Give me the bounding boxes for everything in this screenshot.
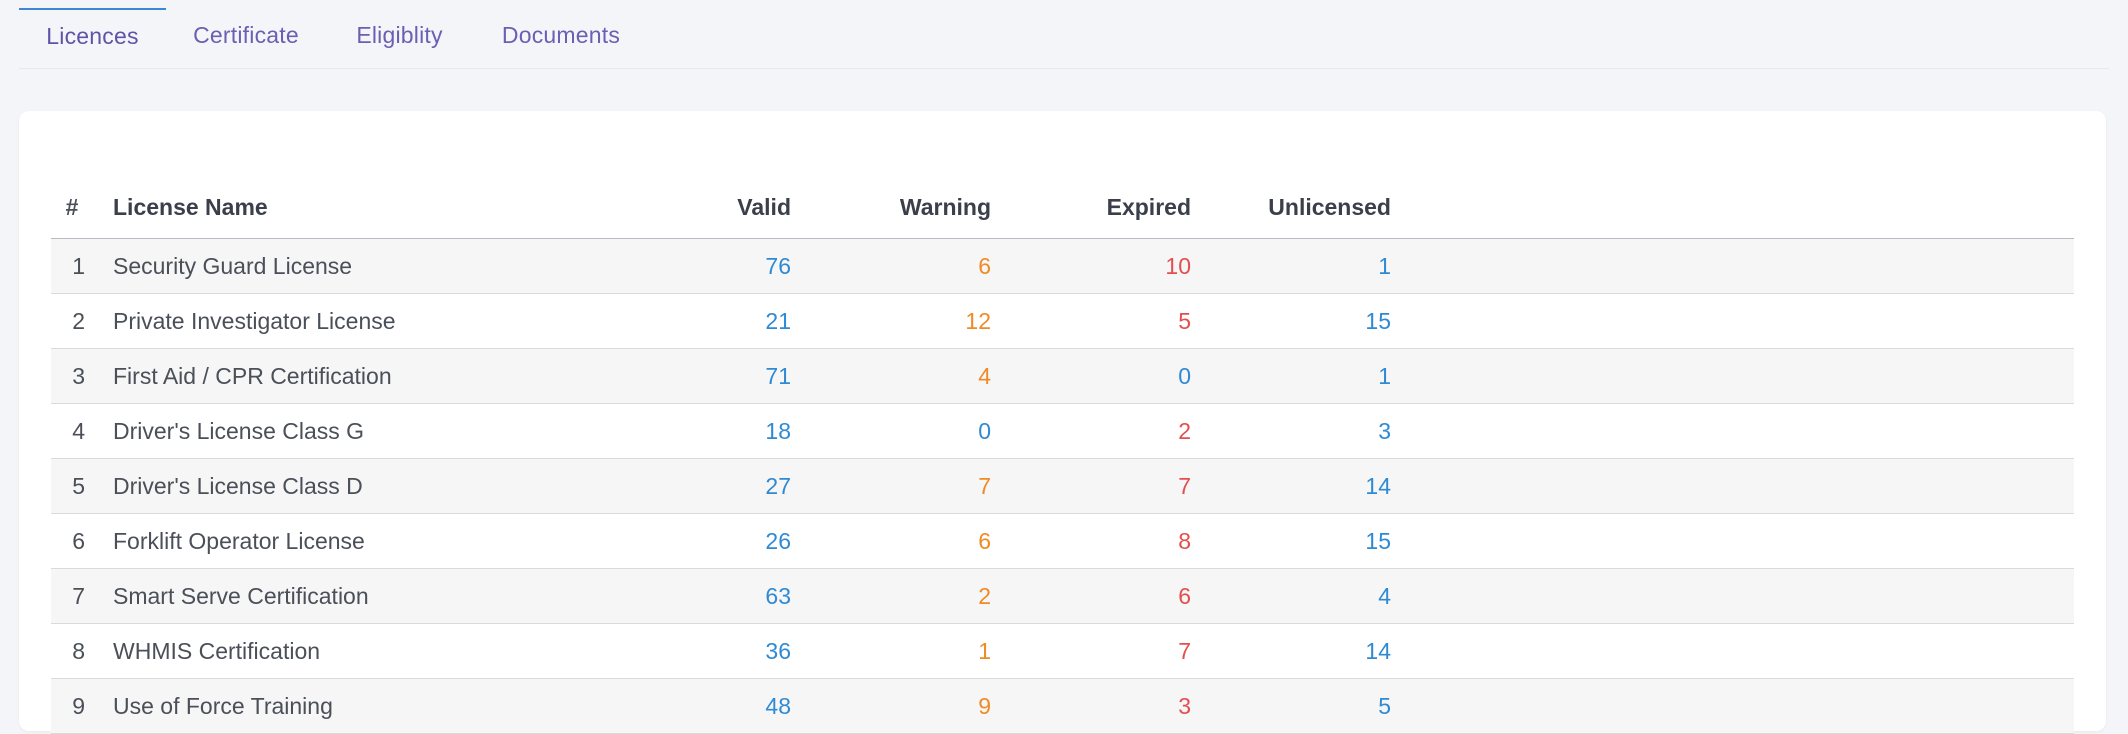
header-license-name[interactable]: License Name bbox=[89, 194, 609, 221]
table-row[interactable]: 2 Private Investigator License 21 12 5 15 bbox=[51, 294, 2074, 349]
row-license-name: WHMIS Certification bbox=[113, 637, 321, 664]
row-warning-count[interactable]: 12 bbox=[791, 308, 991, 335]
row-expired-count[interactable]: 8 bbox=[991, 528, 1191, 555]
row-license-name: Forklift Operator License bbox=[113, 527, 365, 554]
row-valid-count[interactable]: 71 bbox=[609, 363, 791, 390]
row-unlicensed-count[interactable]: 3 bbox=[1191, 418, 1391, 445]
row-valid-count[interactable]: 21 bbox=[609, 308, 791, 335]
row-license-name: Driver's License Class D bbox=[113, 472, 363, 499]
table-row[interactable]: 9 Use of Force Training 48 9 3 5 bbox=[51, 679, 2074, 734]
table-row[interactable]: 6 Forklift Operator License 26 6 8 15 bbox=[51, 514, 2074, 569]
row-expired-count[interactable]: 2 bbox=[991, 418, 1191, 445]
tab-certificate[interactable]: Certificate bbox=[166, 0, 326, 68]
row-unlicensed-count[interactable]: 15 bbox=[1191, 528, 1391, 555]
row-expired-count[interactable]: 5 bbox=[991, 308, 1191, 335]
row-license-name: Smart Serve Certification bbox=[113, 582, 369, 609]
tab-eligiblity-label: Eligiblity bbox=[356, 21, 443, 48]
row-expired-count[interactable]: 3 bbox=[991, 693, 1191, 720]
row-warning-count[interactable]: 6 bbox=[791, 528, 991, 555]
row-expired-count[interactable]: 0 bbox=[991, 363, 1191, 390]
tab-documents[interactable]: Documents bbox=[473, 0, 649, 68]
row-unlicensed-count[interactable]: 14 bbox=[1191, 638, 1391, 665]
row-valid-count[interactable]: 18 bbox=[609, 418, 791, 445]
row-expired-count[interactable]: 7 bbox=[991, 638, 1191, 665]
row-valid-count[interactable]: 76 bbox=[609, 253, 791, 280]
header-valid[interactable]: Valid bbox=[609, 194, 791, 221]
tab-eligiblity[interactable]: Eligiblity bbox=[326, 0, 473, 68]
row-valid-count[interactable]: 26 bbox=[609, 528, 791, 555]
header-expired[interactable]: Expired bbox=[991, 194, 1191, 221]
row-warning-count[interactable]: 1 bbox=[791, 638, 991, 665]
row-unlicensed-count[interactable]: 14 bbox=[1191, 473, 1391, 500]
tab-licences[interactable]: Licences bbox=[19, 0, 166, 68]
table-row[interactable]: 7 Smart Serve Certification 63 2 6 4 bbox=[51, 569, 2074, 624]
table-row[interactable]: 4 Driver's License Class G 18 0 2 3 bbox=[51, 404, 2074, 459]
table-row[interactable]: 3 First Aid / CPR Certification 71 4 0 1 bbox=[51, 349, 2074, 404]
tab-bar: Licences Certificate Eligiblity Document… bbox=[19, 0, 2109, 69]
row-license-name: Driver's License Class G bbox=[113, 417, 365, 444]
header-index: # bbox=[65, 194, 79, 220]
row-warning-count[interactable]: 0 bbox=[791, 418, 991, 445]
row-index: 3 bbox=[72, 362, 85, 389]
tab-licences-label: Licences bbox=[46, 22, 139, 49]
licences-card: # License Name Valid Warning Expired Unl… bbox=[19, 111, 2106, 734]
row-unlicensed-count[interactable]: 15 bbox=[1191, 308, 1391, 335]
header-unlicensed[interactable]: Unlicensed bbox=[1191, 194, 1391, 221]
row-license-name: Private Investigator License bbox=[113, 307, 396, 334]
row-license-name: First Aid / CPR Certification bbox=[113, 362, 392, 389]
table-row[interactable]: 1 Security Guard License 76 6 10 1 bbox=[51, 239, 2074, 294]
row-unlicensed-count[interactable]: 1 bbox=[1191, 253, 1391, 280]
row-unlicensed-count[interactable]: 5 bbox=[1191, 693, 1391, 720]
row-warning-count[interactable]: 4 bbox=[791, 363, 991, 390]
header-warning[interactable]: Warning bbox=[791, 194, 991, 221]
tab-documents-label: Documents bbox=[501, 21, 621, 48]
row-index: 9 bbox=[72, 692, 85, 719]
row-license-name: Use of Force Training bbox=[113, 692, 333, 719]
table-row[interactable]: 5 Driver's License Class D 27 7 7 14 bbox=[51, 459, 2074, 514]
row-warning-count[interactable]: 6 bbox=[791, 253, 991, 280]
row-index: 8 bbox=[72, 637, 85, 664]
row-index: 1 bbox=[72, 252, 85, 279]
licences-table: # License Name Valid Warning Expired Unl… bbox=[51, 177, 2074, 734]
row-warning-count[interactable]: 9 bbox=[791, 693, 991, 720]
row-unlicensed-count[interactable]: 4 bbox=[1191, 583, 1391, 610]
row-warning-count[interactable]: 2 bbox=[791, 583, 991, 610]
row-license-name: Security Guard License bbox=[113, 252, 353, 279]
row-valid-count[interactable]: 36 bbox=[609, 638, 791, 665]
tab-certificate-label: Certificate bbox=[193, 21, 299, 48]
row-valid-count[interactable]: 63 bbox=[609, 583, 791, 610]
row-index: 4 bbox=[72, 417, 85, 444]
row-unlicensed-count[interactable]: 1 bbox=[1191, 363, 1391, 390]
table-header-row: # License Name Valid Warning Expired Unl… bbox=[51, 177, 2074, 239]
row-valid-count[interactable]: 27 bbox=[609, 473, 791, 500]
row-expired-count[interactable]: 10 bbox=[991, 253, 1191, 280]
row-warning-count[interactable]: 7 bbox=[791, 473, 991, 500]
row-index: 6 bbox=[72, 527, 85, 554]
row-index: 7 bbox=[72, 582, 85, 609]
table-body: 1 Security Guard License 76 6 10 1 2 Private In… bbox=[51, 239, 2074, 734]
row-index: 2 bbox=[72, 307, 85, 334]
table-row[interactable]: 8 WHMIS Certification 36 1 7 14 bbox=[51, 624, 2074, 679]
row-index: 5 bbox=[72, 472, 85, 499]
row-expired-count[interactable]: 6 bbox=[991, 583, 1191, 610]
row-expired-count[interactable]: 7 bbox=[991, 473, 1191, 500]
row-valid-count[interactable]: 48 bbox=[609, 693, 791, 720]
